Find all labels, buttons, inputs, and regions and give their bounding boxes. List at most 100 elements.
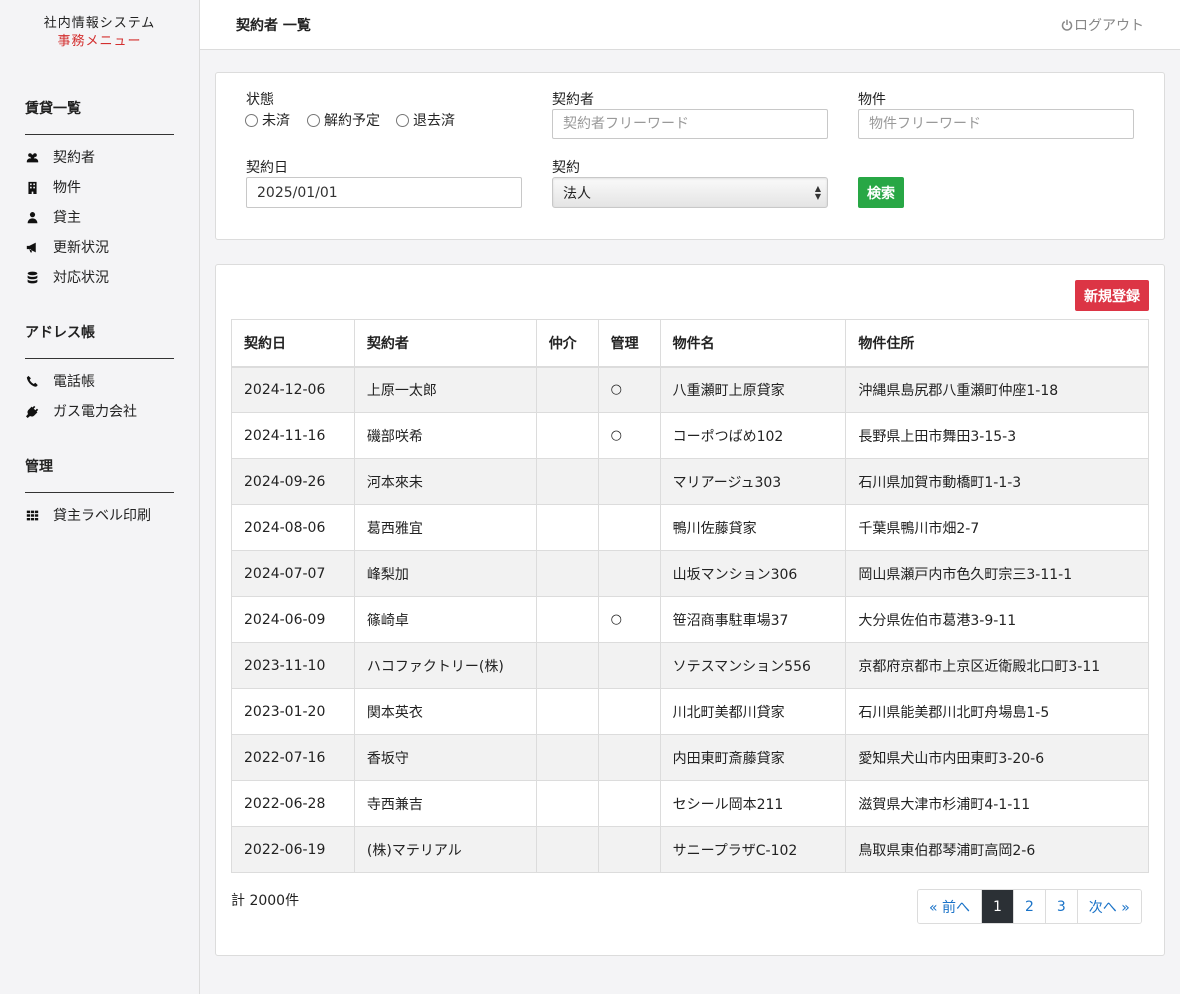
table-cell: ハコファクトリー(株): [353, 642, 537, 689]
brand-title: 社内情報システム: [43, 16, 156, 31]
table-cell: [535, 366, 599, 413]
status-radio-moved-out[interactable]: 退去済: [396, 110, 455, 130]
next-page-button[interactable]: 次へ »: [1076, 890, 1141, 923]
table-row[interactable]: 2023-11-10 ハコファクトリー(株) ソテスマンション556 京都府京都市上京…: [231, 642, 1149, 689]
table-cell: 長野県上田市舞田3-15-3: [845, 412, 1149, 459]
table-row[interactable]: 2024-08-06 葛西雅宜 鴨川佐藤貸家 千葉県鴨川市畑2-7: [231, 504, 1149, 551]
table-cell: 2022-07-16: [231, 734, 355, 781]
column-header[interactable]: 物件住所: [845, 319, 1149, 368]
sidebar-item-contractors[interactable]: 契約者: [25, 147, 95, 167]
sidebar-item-label: 更新状況: [53, 240, 109, 256]
table-cell: 滋賀県大津市杉浦町4-1-11: [845, 780, 1149, 827]
table-cell: [535, 780, 599, 827]
table-cell: 2022-06-19: [231, 826, 355, 873]
table-cell: ○: [597, 366, 661, 413]
page-1-button[interactable]: 1: [981, 890, 1013, 923]
table-cell: 岡山県瀬戸内市色久町宗三3-11-1: [845, 550, 1149, 597]
table-cell: [535, 642, 599, 689]
table-header-row: 契約日 契約者 仲介 管理 物件名 物件住所: [231, 319, 1149, 368]
new-registration-button[interactable]: 新規登録: [1075, 280, 1149, 311]
column-header[interactable]: 物件名: [659, 319, 847, 368]
table-row[interactable]: 2024-11-16 磯部咲希 ○ コーポつばめ102 長野県上田市舞田3-15-3: [231, 412, 1149, 459]
total-count: 計 2000件: [231, 893, 300, 909]
sidebar-item-label-print[interactable]: 貸主ラベル印刷: [25, 505, 151, 525]
sidebar-item-phonebook[interactable]: 電話帳: [25, 371, 95, 391]
sidebar-item-gas-electric[interactable]: ガス電力会社: [25, 401, 137, 421]
table-cell: 2022-06-28: [231, 780, 355, 827]
page-title: 契約者 一覧: [236, 18, 311, 34]
prev-page-button[interactable]: « 前へ: [918, 890, 982, 923]
table-row[interactable]: 2024-09-26 河本來未 マリアージュ303 石川県加賀市動橋町1-1-3: [231, 458, 1149, 505]
column-header[interactable]: 仲介: [535, 319, 599, 368]
table-cell: 2024-11-16: [231, 412, 355, 459]
logout-link[interactable]: ログアウト: [1061, 15, 1144, 35]
page-2-button[interactable]: 2: [1012, 890, 1045, 923]
column-header[interactable]: 契約者: [353, 319, 537, 368]
table-row[interactable]: 2022-06-28 寺西兼吉 セシール岡本211 滋賀県大津市杉浦町4-1-11: [231, 780, 1149, 827]
table-cell: 2023-11-10: [231, 642, 355, 689]
table-cell: 峰梨加: [353, 550, 537, 597]
sidebar-item-response-status[interactable]: 対応状況: [25, 267, 109, 287]
sidebar-item-label: ガス電力会社: [53, 404, 137, 420]
radio-label: 解約予定: [324, 113, 380, 129]
table-cell: 山坂マンション306: [659, 550, 847, 597]
radio-label: 退去済: [413, 113, 455, 129]
table-row[interactable]: 2024-07-07 峰梨加 山坂マンション306 岡山県瀬戸内市色久町宗三3-11-…: [231, 550, 1149, 597]
sidebar-item-label: 物件: [53, 180, 81, 196]
table-cell: 大分県佐伯市葛港3-9-11: [845, 596, 1149, 643]
status-radio-cancel-scheduled[interactable]: 解約予定: [307, 110, 380, 130]
contract-type-select[interactable]: 法人 ▲ ▼: [552, 177, 828, 208]
brand-subtitle: 事務メニュー: [57, 34, 142, 49]
users-icon: [25, 150, 39, 164]
table-cell: 2024-09-26: [231, 458, 355, 505]
sidebar-item-renewal-status[interactable]: 更新状況: [25, 237, 109, 257]
power-icon: [1061, 19, 1073, 31]
table-cell: [597, 780, 661, 827]
table-cell: 川北町美都川貸家: [659, 688, 847, 735]
table-cell: ○: [597, 412, 661, 459]
table-cell: 2024-12-06: [231, 366, 355, 413]
column-header[interactable]: 管理: [597, 319, 661, 368]
table-row[interactable]: 2024-12-06 上原一太郎 ○ 八重瀬町上原貸家 沖縄県島尻郡八重瀬町仲座1-18: [231, 366, 1149, 413]
table-cell: 鴨川佐藤貸家: [659, 504, 847, 551]
search-button[interactable]: 検索: [858, 177, 904, 208]
table-cell: [597, 826, 661, 873]
database-icon: [25, 270, 39, 284]
table-cell: 香坂守: [353, 734, 537, 781]
table-cell: 笹沼商事駐車場37: [659, 596, 847, 643]
sidebar-item-label: 貸主: [53, 210, 81, 226]
sidebar-item-properties[interactable]: 物件: [25, 177, 81, 197]
table-row[interactable]: 2024-06-09 篠崎卓 ○ 笹沼商事駐車場37 大分県佐伯市葛港3-9-11: [231, 596, 1149, 643]
table-cell: 河本來未: [353, 458, 537, 505]
sidebar-item-landlords[interactable]: 貸主: [25, 207, 81, 227]
select-arrows-icon: ▲ ▼: [814, 184, 821, 201]
sidebar-item-label: 対応状況: [53, 270, 109, 286]
table-cell: [535, 596, 599, 643]
radio-circle: [396, 113, 409, 127]
search-card: [215, 72, 1165, 240]
table-cell: [535, 504, 599, 551]
table-cell: [597, 688, 661, 735]
table-cell: [535, 550, 599, 597]
table-cell: [597, 504, 661, 551]
table-cell: [535, 412, 599, 459]
radio-label: 未済: [262, 113, 290, 129]
table-cell: 八重瀬町上原貸家: [659, 366, 847, 413]
status-radio-pending[interactable]: 未済: [245, 110, 290, 130]
contractor-label: 契約者: [552, 92, 594, 108]
table-cell: [535, 734, 599, 781]
table-cell: 葛西雅宜: [353, 504, 537, 551]
column-header[interactable]: 契約日: [231, 319, 355, 368]
contractor-search-input[interactable]: [552, 109, 828, 139]
page-3-button[interactable]: 3: [1044, 890, 1077, 923]
status-label: 状態: [246, 92, 274, 108]
property-search-input[interactable]: [858, 109, 1134, 139]
table-row[interactable]: 2022-07-16 香坂守 内田東町斎藤貸家 愛知県犬山市内田東町3-20-6: [231, 734, 1149, 781]
table-cell: 磯部咲希: [353, 412, 537, 459]
table-row[interactable]: 2023-01-20 関本英衣 川北町美都川貸家 石川県能美郡川北町舟場島1-5: [231, 688, 1149, 735]
logout-label: ログアウト: [1074, 18, 1144, 34]
contract-date-input[interactable]: [246, 177, 522, 208]
building-icon: [25, 180, 39, 194]
table-row[interactable]: 2022-06-19 (株)マテリアル サニープラザC-102 鳥取県東伯郡琴浦町高岡…: [231, 826, 1149, 873]
table-cell: 関本英衣: [353, 688, 537, 735]
